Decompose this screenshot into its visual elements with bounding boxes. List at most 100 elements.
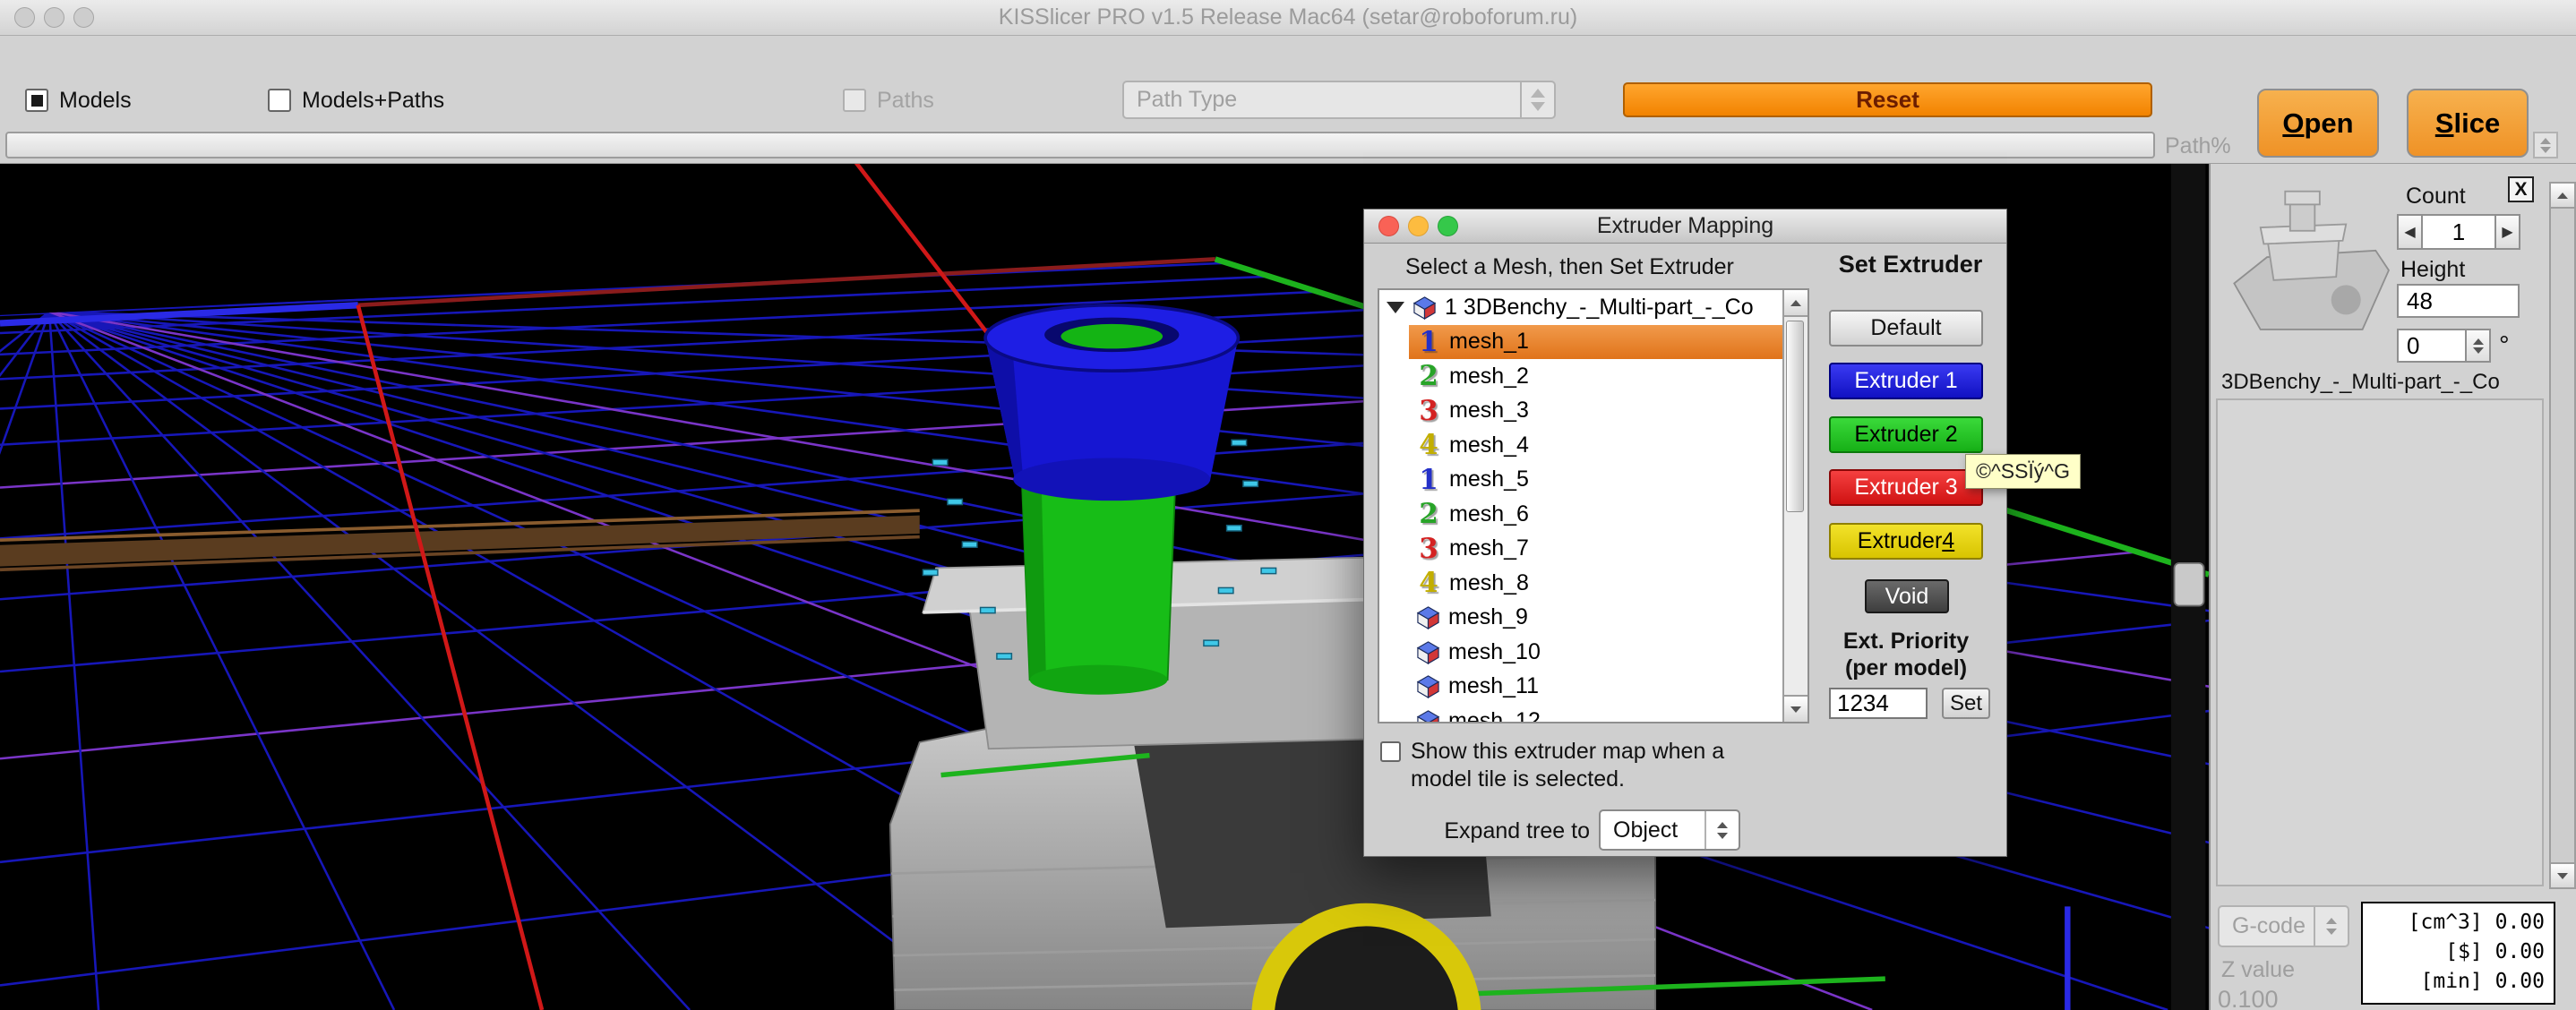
- model-tiles-panel[interactable]: [2216, 398, 2544, 886]
- models-label: Models: [59, 88, 132, 114]
- tree-root-row[interactable]: 1 3DBenchy_-_Multi-part_-_Co: [1379, 290, 1807, 325]
- print-stats-box: [cm^3] 0.00[$] 0.00[min] 0.00: [2361, 902, 2555, 1005]
- window-zoom-button[interactable]: [73, 7, 94, 28]
- dialog-close-button[interactable]: [1378, 216, 1399, 236]
- scroll-up-icon[interactable]: [2551, 184, 2574, 209]
- mesh-row[interactable]: 3 mesh_3: [1409, 394, 1807, 429]
- mesh-row[interactable]: mesh_10: [1409, 635, 1807, 670]
- models-paths-checkbox[interactable]: [268, 89, 291, 112]
- window-minimize-button[interactable]: [44, 7, 64, 28]
- void-button[interactable]: Void: [1865, 579, 1949, 613]
- dialog-zoom-button[interactable]: [1438, 216, 1458, 236]
- window-titlebar[interactable]: KISSlicer PRO v1.5 Release Mac64 (setar@…: [0, 0, 2576, 36]
- extruder-1-button[interactable]: Extruder 1: [1829, 363, 1983, 399]
- chimney-green: [1021, 469, 1175, 694]
- tree-root-label: 1 3DBenchy_-_Multi-part_-_Co: [1445, 295, 1754, 321]
- model-thumbnail[interactable]: [2218, 178, 2399, 364]
- mesh-cube-icon: [1413, 295, 1437, 320]
- toolbar: Models Models+Paths Paths Path Type Rese…: [0, 37, 2576, 164]
- extruder-3-button[interactable]: Extruder 3: [1829, 469, 1983, 506]
- mesh-row[interactable]: mesh_12: [1409, 704, 1807, 723]
- dialog-instruction: Select a Mesh, then Set Extruder: [1405, 254, 1734, 280]
- slice-button[interactable]: Slice: [2407, 89, 2529, 158]
- stern-ring: [1263, 915, 1470, 1010]
- mesh-row[interactable]: 1 mesh_5: [1409, 463, 1807, 498]
- rotation-input[interactable]: [2397, 329, 2467, 363]
- scroll-up-icon[interactable]: [1784, 290, 1807, 317]
- paths-control: Paths: [843, 85, 934, 116]
- mesh-row[interactable]: 4 mesh_4: [1409, 428, 1807, 463]
- models-radio[interactable]: [25, 89, 48, 112]
- extruder-4-button[interactable]: Extruder 4: [1829, 523, 1983, 560]
- mesh-row[interactable]: 2 mesh_2: [1409, 359, 1807, 394]
- sidebar-scrollbar[interactable]: [2549, 182, 2576, 889]
- show-map-control: Show this extruder map when a model tile…: [1380, 738, 1808, 793]
- count-increment-icon[interactable]: ▶: [2494, 214, 2520, 250]
- z-value: 0.100: [2218, 986, 2279, 1010]
- ext-priority-sublabel: (per model): [1829, 655, 1983, 681]
- default-extruder-button[interactable]: Default: [1829, 310, 1983, 347]
- app-window: KISSlicer PRO v1.5 Release Mac64 (setar@…: [0, 0, 2576, 1010]
- rotation-spinner[interactable]: [2467, 329, 2491, 363]
- scroll-down-icon[interactable]: [2551, 862, 2574, 887]
- dialog-title: Extruder Mapping: [1364, 213, 2006, 239]
- window-close-button[interactable]: [14, 7, 35, 28]
- scrollbar-thumb[interactable]: [1786, 321, 1804, 512]
- mesh-label: mesh_8: [1449, 570, 1529, 596]
- mesh-row[interactable]: mesh_11: [1409, 670, 1807, 705]
- mesh-label: mesh_4: [1449, 432, 1529, 458]
- remove-model-button[interactable]: X: [2508, 176, 2534, 202]
- expand-tree-select[interactable]: Object: [1599, 809, 1740, 851]
- mesh-cube-icon: [1416, 605, 1440, 629]
- path-percent-slider[interactable]: [5, 132, 2155, 158]
- ext-priority-input[interactable]: [1829, 688, 1928, 719]
- dialog-titlebar[interactable]: Extruder Mapping: [1364, 210, 2006, 244]
- disclosure-triangle-icon[interactable]: [1387, 302, 1404, 313]
- path-type-select: Path Type: [1122, 81, 1556, 119]
- extruder-2-numeral-icon: 2: [1416, 498, 1441, 530]
- models-paths-label: Models+Paths: [302, 88, 444, 114]
- mesh-label: mesh_2: [1449, 364, 1529, 389]
- mesh-tree[interactable]: 1 3DBenchy_-_Multi-part_-_Co 1 mesh_1 2 …: [1378, 288, 1809, 723]
- mesh-row[interactable]: mesh_9: [1409, 601, 1807, 636]
- platform-edge-brown: [0, 510, 920, 569]
- mesh-row[interactable]: 1 mesh_1: [1409, 325, 1807, 360]
- mesh-row[interactable]: 4 mesh_8: [1409, 566, 1807, 601]
- expand-tree-value: Object: [1601, 811, 1704, 849]
- mesh-label: mesh_5: [1449, 466, 1529, 492]
- reset-button[interactable]: Reset: [1623, 82, 2152, 117]
- models-paths-control: Models+Paths: [268, 85, 444, 116]
- extruder-2-button[interactable]: Extruder 2: [1829, 416, 1983, 453]
- count-decrement-icon[interactable]: ◀: [2397, 214, 2423, 250]
- dialog-minimize-button[interactable]: [1408, 216, 1429, 236]
- show-map-checkbox[interactable]: [1380, 741, 1401, 762]
- count-input[interactable]: [2423, 214, 2494, 250]
- mesh-label: mesh_6: [1449, 501, 1529, 527]
- mesh-row[interactable]: 2 mesh_6: [1409, 497, 1807, 532]
- rotation-control: °: [2397, 329, 2510, 363]
- degree-symbol: °: [2499, 331, 2510, 361]
- z-slider-thumb[interactable]: [2174, 563, 2203, 606]
- path-percent-label: Path%: [2165, 133, 2231, 159]
- height-input[interactable]: [2397, 284, 2520, 318]
- model-name: 3DBenchy_-_Multi-part_-_Co: [2221, 370, 2565, 395]
- mesh-cube-icon: [1416, 674, 1440, 698]
- model-sidebar: Count X ◀ ▶ Height ° 3DBenchy_-_Multi-pa…: [2209, 164, 2576, 1010]
- mesh-label: mesh_10: [1448, 639, 1541, 665]
- mesh-list-scrollbar[interactable]: [1782, 290, 1807, 722]
- extruder-4-numeral-icon: 4: [1416, 429, 1441, 461]
- scroll-down-icon[interactable]: [1784, 695, 1807, 722]
- path-type-stepper-icon: [1520, 82, 1554, 117]
- extruder-4-numeral-icon: 4: [1416, 567, 1441, 599]
- path-percent-stepper[interactable]: [2533, 132, 2558, 158]
- tooltip: ©^SSÏý^G: [1965, 454, 2081, 489]
- mesh-label: mesh_7: [1449, 535, 1529, 561]
- radio-dot-icon: [31, 95, 43, 107]
- open-button[interactable]: Open: [2257, 89, 2379, 158]
- mesh-row[interactable]: 3 mesh_7: [1409, 532, 1807, 567]
- ext-priority-label: Ext. Priority: [1829, 629, 1983, 655]
- expand-tree-stepper-icon[interactable]: [1704, 811, 1739, 849]
- set-priority-button[interactable]: Set: [1942, 688, 1990, 719]
- mesh-label: mesh_9: [1448, 604, 1528, 630]
- count-label: Count: [2406, 184, 2466, 210]
